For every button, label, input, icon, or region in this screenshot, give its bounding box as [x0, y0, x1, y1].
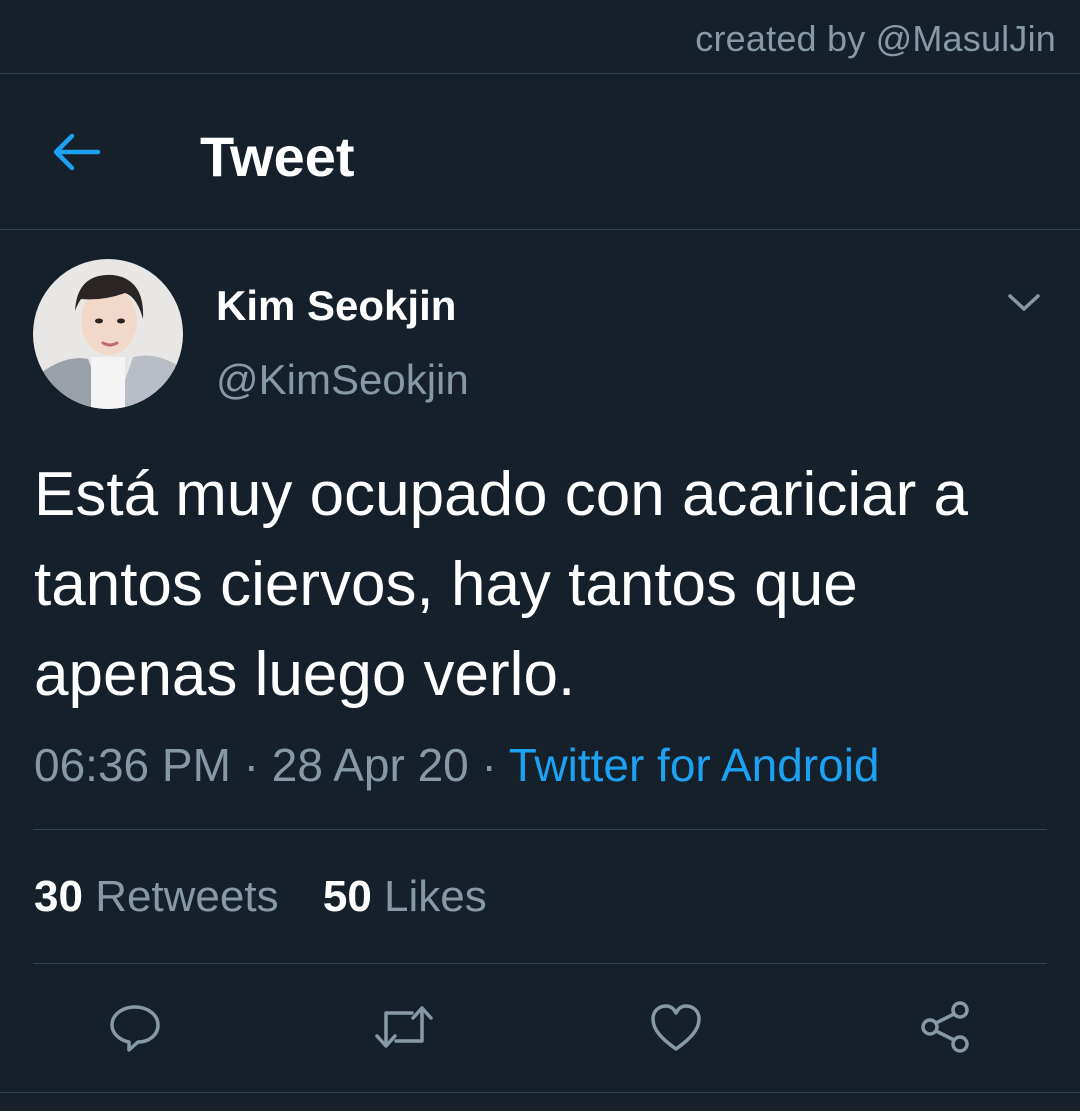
tweet-stats: 30 Retweets 50 Likes [34, 872, 519, 922]
reply-icon [110, 1005, 160, 1052]
retweets-count: 30 [34, 872, 83, 921]
likes-label: Likes [384, 872, 487, 921]
retweet-button[interactable] [372, 995, 436, 1059]
chevron-down-icon [1008, 294, 1040, 311]
share-icon [921, 1001, 969, 1053]
back-arrow-icon [53, 133, 101, 171]
tweet-time: 06:36 PM [34, 739, 231, 791]
bottom-divider [0, 1092, 1080, 1093]
back-button[interactable] [40, 120, 112, 184]
divider [33, 963, 1047, 964]
tweet-page: created by @MasulJin Tweet Kim Seokjin @… [0, 0, 1080, 1111]
header: Tweet [0, 74, 1080, 230]
tweet-date: 28 Apr 20 [271, 739, 469, 791]
like-button[interactable] [644, 995, 708, 1059]
page-title: Tweet [200, 125, 355, 188]
share-button[interactable] [913, 995, 977, 1059]
avatar-image [33, 259, 183, 409]
meta-separator: · [230, 739, 272, 791]
meta-separator: · [468, 739, 509, 791]
tweet-menu-button[interactable] [994, 278, 1054, 326]
likes-stat[interactable]: 50 Likes [323, 872, 487, 921]
tweet-source-link[interactable]: Twitter for Android [509, 739, 880, 791]
retweet-icon [375, 1006, 433, 1048]
watermark-bar: created by @MasulJin [0, 0, 1080, 74]
reply-button[interactable] [103, 995, 167, 1059]
retweets-label: Retweets [95, 872, 279, 921]
heart-icon [651, 1004, 701, 1051]
avatar[interactable] [33, 259, 183, 409]
retweets-stat[interactable]: 30 Retweets [34, 872, 279, 921]
tweet-text: Está muy ocupado con acariciar a tantos … [34, 460, 968, 709]
author-name[interactable]: Kim Seokjin [216, 282, 456, 330]
tweet-meta: 06:36 PM · 28 Apr 20 · Twitter for Andro… [34, 738, 880, 792]
author-handle[interactable]: @KimSeokjin [216, 356, 469, 404]
action-bar [0, 995, 1080, 1059]
watermark-text: created by @MasulJin [695, 18, 1056, 59]
likes-count: 50 [322, 872, 372, 921]
divider [33, 829, 1047, 830]
